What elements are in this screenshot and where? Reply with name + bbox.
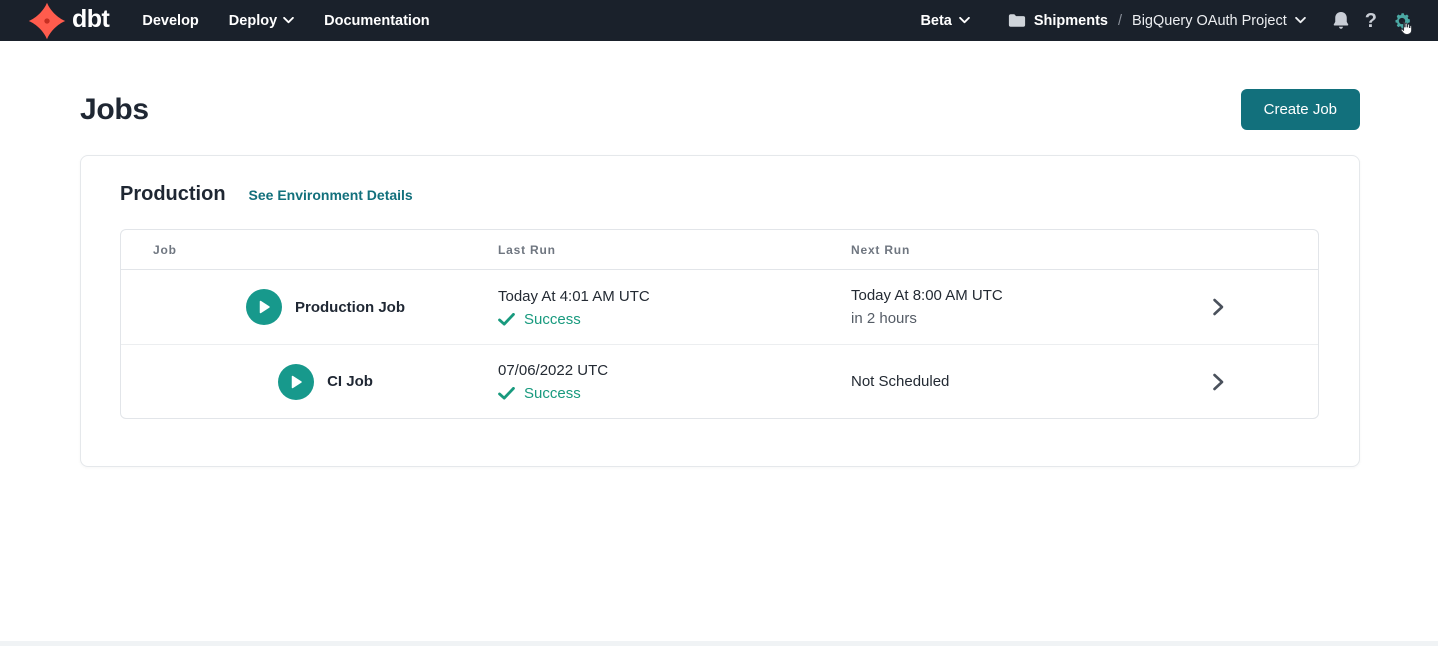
run-job-play-button[interactable] [278,364,314,400]
bottom-edge [0,641,1438,646]
see-environment-details-link[interactable]: See Environment Details [249,187,413,203]
status-label: Success [524,311,581,328]
help-button[interactable]: ? [1365,11,1377,31]
nav-item-documentation[interactable]: Documentation [324,13,430,29]
chevron-down-icon [959,17,970,24]
next-run-note: in 2 hours [851,309,1118,329]
chevron-right-icon[interactable] [1212,298,1224,316]
nav-item-deploy[interactable]: Deploy [229,13,294,29]
column-header-next-run: Next Run [851,243,1118,257]
primary-nav: Develop Deploy Documentation [142,13,429,29]
nav-item-develop[interactable]: Develop [142,13,198,29]
environment-card-header: Production See Environment Details [120,183,1319,206]
settings-button[interactable] [1392,11,1412,31]
environment-name: Production [120,183,226,206]
check-icon [498,387,515,400]
beta-label: Beta [920,13,951,29]
chevron-down-icon [1295,17,1306,24]
next-run-time: Not Scheduled [851,372,1118,392]
page-header: Jobs Create Job [80,89,1360,130]
job-name: CI Job [327,373,373,390]
top-navbar: dbt Develop Deploy Documentation Beta Sh… [0,0,1438,41]
beta-dropdown[interactable]: Beta [920,13,969,29]
next-run-time: Today At 8:00 AM UTC [851,286,1118,306]
breadcrumb-separator: / [1118,13,1122,29]
dbt-logo-text: dbt [72,7,109,35]
job-row-production[interactable]: Production Job Today At 4:01 AM UTC Succ… [121,270,1318,344]
status-label: Success [524,385,581,402]
dbt-logo-icon [28,2,66,40]
last-run-time: Today At 4:01 AM UTC [498,287,851,307]
column-header-last-run: Last Run [498,243,851,257]
nav-item-develop-label: Develop [142,13,198,29]
play-icon [257,300,271,314]
create-job-button[interactable]: Create Job [1241,89,1360,130]
project-breadcrumb[interactable]: Shipments / BigQuery OAuth Project [1008,13,1306,29]
check-icon [498,313,515,326]
play-icon [289,375,303,389]
account-name: Shipments [1034,13,1108,29]
column-header-job: Job [153,243,498,257]
help-icon: ? [1365,11,1377,31]
last-run-status: Success [498,311,851,328]
last-run-time: 07/06/2022 UTC [498,361,851,381]
jobs-table: Job Last Run Next Run Production Job Tod… [120,229,1319,419]
pointer-hand-cursor [1398,20,1413,37]
bell-icon [1332,11,1350,30]
dbt-logo[interactable]: dbt [28,2,109,40]
run-job-play-button[interactable] [246,289,282,325]
nav-item-documentation-label: Documentation [324,13,430,29]
page-title: Jobs [80,93,149,127]
chevron-right-icon[interactable] [1212,373,1224,391]
job-name: Production Job [295,299,405,316]
chevron-down-icon [283,17,294,24]
navbar-right: Beta Shipments / BigQuery OAuth Project [920,11,1412,31]
nav-item-deploy-label: Deploy [229,13,277,29]
notifications-button[interactable] [1332,11,1350,30]
folder-icon [1008,13,1026,28]
last-run-status: Success [498,385,851,402]
job-row-ci[interactable]: CI Job 07/06/2022 UTC Success Not Schedu… [121,344,1318,418]
navbar-icon-group: ? [1332,11,1412,31]
jobs-table-header: Job Last Run Next Run [121,230,1318,270]
environment-card: Production See Environment Details Job L… [80,155,1360,467]
main-content: Jobs Create Job Production See Environme… [0,89,1438,467]
project-name: BigQuery OAuth Project [1132,13,1287,29]
